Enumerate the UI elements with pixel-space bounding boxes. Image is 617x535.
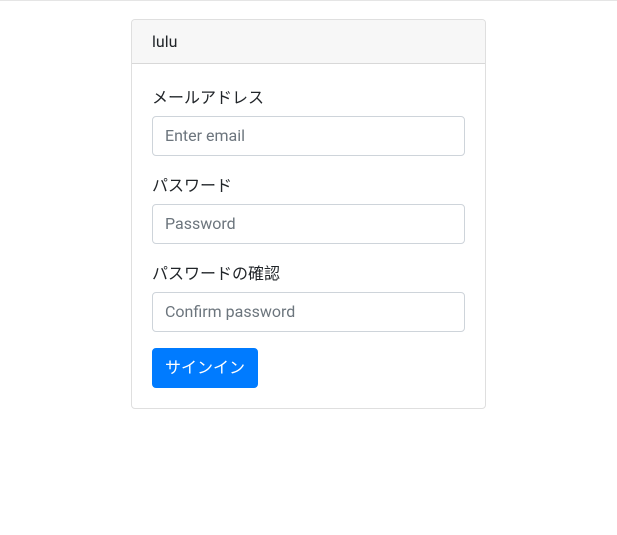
password-group: パスワード — [152, 172, 465, 244]
password-label: パスワード — [152, 172, 465, 196]
confirm-password-label: パスワードの確認 — [152, 260, 465, 284]
confirm-password-group: パスワードの確認 — [152, 260, 465, 332]
signin-button[interactable]: サインイン — [152, 348, 258, 388]
page-container: lulu メールアドレス パスワード パスワードの確認 サインイン — [0, 1, 617, 409]
card-body: メールアドレス パスワード パスワードの確認 サインイン — [132, 64, 485, 408]
card-title: lulu — [152, 32, 177, 51]
password-field[interactable] — [152, 204, 465, 244]
email-group: メールアドレス — [152, 84, 465, 156]
card-header: lulu — [132, 20, 485, 64]
confirm-password-field[interactable] — [152, 292, 465, 332]
signup-form: メールアドレス パスワード パスワードの確認 サインイン — [152, 84, 465, 388]
email-label: メールアドレス — [152, 84, 465, 108]
signup-card: lulu メールアドレス パスワード パスワードの確認 サインイン — [131, 19, 486, 409]
email-field[interactable] — [152, 116, 465, 156]
